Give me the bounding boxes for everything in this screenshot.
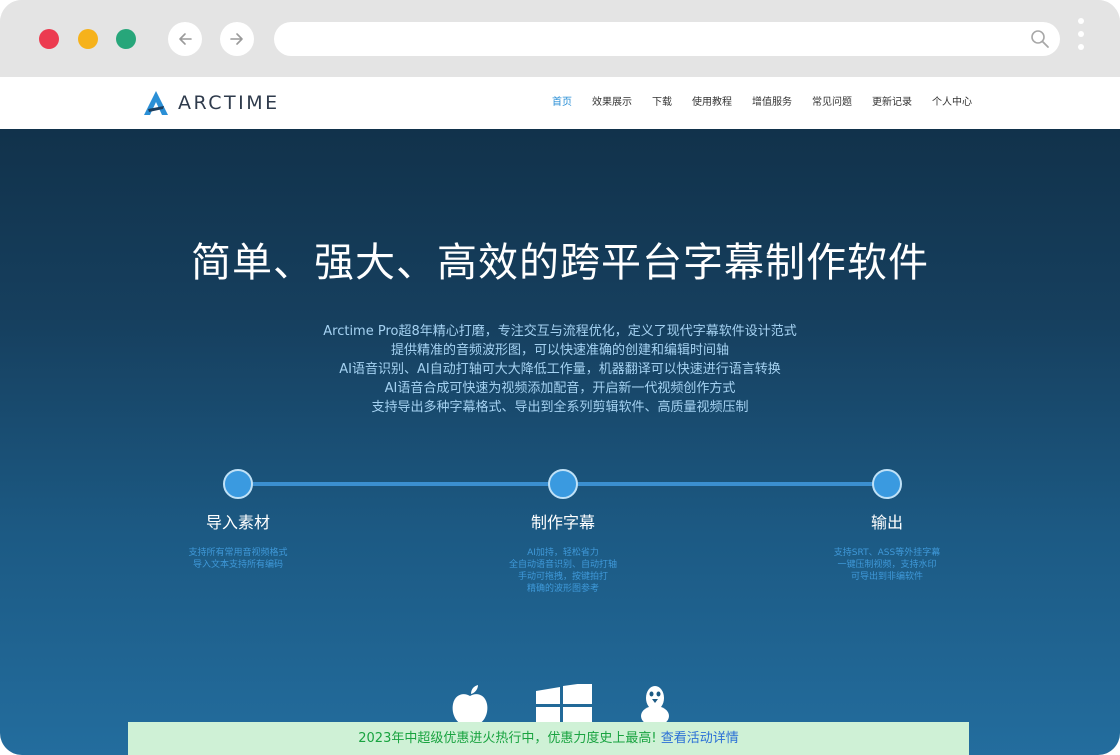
nav-item-faq[interactable]: 常见问题 [802,77,862,129]
apple-icon[interactable] [447,684,493,724]
browser-window: ARCTIME 首页 效果展示 下载 使用教程 增值服务 常见问题 更新记录 个… [0,0,1120,755]
step-import: 导入素材 支持所有常用音视频格式 导入文本支持所有编码 [118,469,358,571]
arctime-logo-icon [144,91,168,115]
step-description: AI加持，轻松省力 全自动语音识别、自动打轴 手动可拖拽，按键拍打 精确的波形图… [443,547,683,595]
back-button[interactable] [168,22,202,56]
windows-icon[interactable] [536,684,592,724]
arrow-right-icon [230,33,243,45]
step-dot [548,469,578,499]
search-icon[interactable] [1030,29,1050,49]
nav-item-showcase[interactable]: 效果展示 [582,77,642,129]
site-header: ARCTIME 首页 效果展示 下载 使用教程 增值服务 常见问题 更新记录 个… [0,77,1120,132]
site-logo[interactable]: ARCTIME [142,89,280,117]
step-desc-line: 支持SRT、ASS等外挂字幕 [833,548,941,558]
step-title: 导入素材 [205,513,270,532]
step-title: 输出 [870,513,903,532]
description-line: 提供精准的音频波形图，可以快速准确的创建和编辑时间轴 [390,343,729,358]
step-desc-line: 手动可拖拽，按键拍打 [517,572,608,582]
nav-item-tutorial[interactable]: 使用教程 [682,77,742,129]
close-window-button[interactable] [39,29,59,49]
step-description: 支持SRT、ASS等外挂字幕 一键压制视频，支持水印 可导出到非编软件 [767,547,1007,583]
workflow-timeline: 导入素材 支持所有常用音视频格式 导入文本支持所有编码 制作字幕 AI加持，轻松… [0,469,1120,609]
step-desc-line: 导入文本支持所有编码 [192,560,283,570]
description-line: AI语音识别、AI自动打轴可大大降低工作量，机器翻译可以快速进行语言转换 [339,362,781,377]
nav-item-changelog[interactable]: 更新记录 [862,77,922,129]
step-desc-line: 精确的波形图参考 [526,584,599,594]
kebab-menu-icon[interactable] [1076,18,1086,58]
arrow-left-icon [179,33,192,45]
nav-item-home[interactable]: 首页 [542,77,582,132]
step-desc-line: AI加持，轻松省力 [527,548,599,558]
promo-banner: 2023年中超级优惠进火热行中，优惠力度史上最高! 查看活动详情 [128,722,969,755]
browser-toolbar [0,0,1120,77]
promo-details-link[interactable]: 查看活动详情 [661,731,739,746]
nav-item-services[interactable]: 增值服务 [742,77,802,129]
step-desc-line: 全自动语音识别、自动打轴 [508,560,617,570]
step-create: 制作字幕 AI加持，轻松省力 全自动语音识别、自动打轴 手动可拖拽，按键拍打 精… [443,469,683,595]
nav-item-download[interactable]: 下载 [642,77,682,129]
step-dot [223,469,253,499]
forward-button[interactable] [220,22,254,56]
step-description: 支持所有常用音视频格式 导入文本支持所有编码 [118,547,358,571]
description-line: Arctime Pro超8年精心打磨，专注交互与流程优化，定义了现代字幕软件设计… [323,324,797,339]
step-dot [872,469,902,499]
maximize-window-button[interactable] [116,29,136,49]
platform-icons [0,684,1120,724]
step-output: 输出 支持SRT、ASS等外挂字幕 一键压制视频，支持水印 可导出到非编软件 [767,469,1007,583]
promo-text: 2023年中超级优惠进火热行中，优惠力度史上最高! [358,731,661,746]
hero-title: 简单、强大、高效的跨平台字幕制作软件 [191,240,929,286]
main-nav: 首页 效果展示 下载 使用教程 增值服务 常见问题 更新记录 个人中心 [542,77,982,132]
address-bar[interactable] [274,22,1060,56]
step-desc-line: 可导出到非编软件 [850,572,923,582]
description-line: 支持导出多种字幕格式、导出到全系列剪辑软件、高质量视频压制 [371,400,749,415]
linux-icon[interactable] [636,684,674,724]
step-title: 制作字幕 [530,513,595,532]
nav-item-account[interactable]: 个人中心 [922,77,982,129]
description-line: AI语音合成可快速为视频添加配音，开启新一代视频创作方式 [384,381,736,396]
hero-description: Arctime Pro超8年精心打磨，专注交互与流程优化，定义了现代字幕软件设计… [0,322,1120,417]
hero-section: 简单、强大、高效的跨平台字幕制作软件 Arctime Pro超8年精心打磨，专注… [0,129,1120,755]
step-desc-line: 一键压制视频，支持水印 [837,560,937,570]
logo-text: ARCTIME [178,92,280,114]
step-desc-line: 支持所有常用音视频格式 [188,548,288,558]
minimize-window-button[interactable] [78,29,98,49]
